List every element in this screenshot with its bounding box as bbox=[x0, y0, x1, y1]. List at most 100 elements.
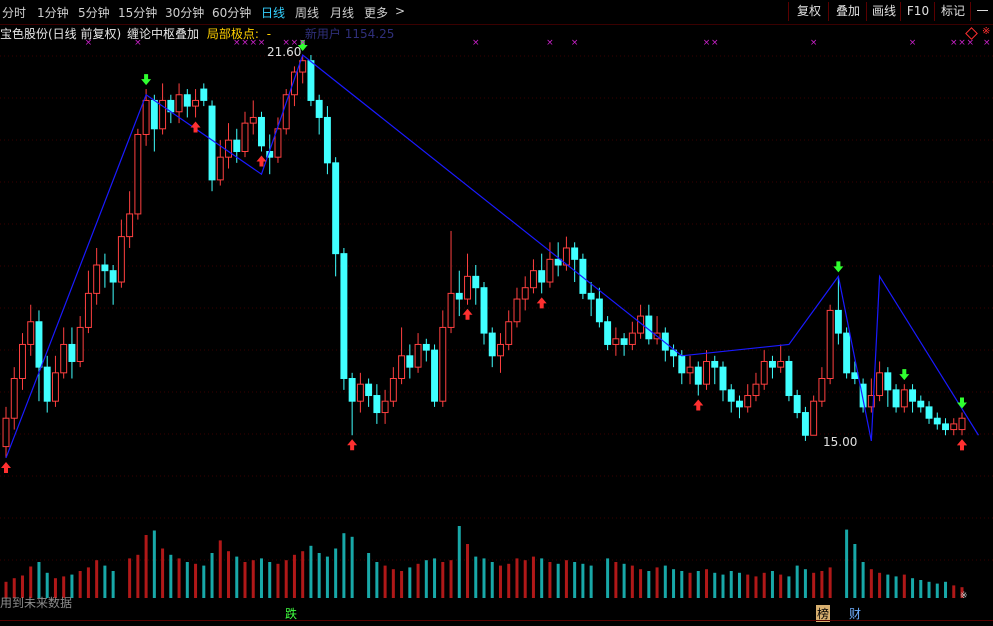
volume-bar bbox=[688, 572, 692, 598]
candle-down bbox=[768, 360, 776, 368]
volume-bar bbox=[218, 540, 222, 598]
extreme-value: - bbox=[266, 27, 272, 41]
candle-up bbox=[225, 139, 232, 158]
candle-up bbox=[398, 355, 406, 379]
candle-down bbox=[538, 270, 546, 283]
volume-bar bbox=[737, 572, 741, 598]
volume-bar bbox=[795, 565, 799, 598]
chart-side-marker: ※ bbox=[982, 26, 991, 37]
period-tab-30min[interactable]: 30分钟 bbox=[165, 4, 204, 21]
extreme-label: 局部极点: bbox=[206, 27, 259, 41]
volume-bar bbox=[606, 558, 610, 598]
volume-bar bbox=[935, 583, 939, 598]
f10-button[interactable]: F10 bbox=[900, 2, 935, 21]
volume-bar bbox=[944, 581, 948, 598]
period-tab-more[interactable]: 更多 bbox=[364, 4, 388, 21]
signal-cross-icon: × bbox=[546, 38, 554, 48]
volume-bar bbox=[457, 526, 461, 598]
faded-status-text: 新用户 1154.25 bbox=[304, 27, 395, 41]
period-tab-5min[interactable]: 5分钟 bbox=[78, 4, 110, 21]
candle-up bbox=[241, 122, 249, 152]
candle-up bbox=[381, 400, 389, 414]
volume-bar bbox=[227, 551, 231, 598]
volume-bar bbox=[556, 563, 560, 598]
volume-bar bbox=[210, 553, 214, 598]
candle-up bbox=[84, 292, 92, 328]
volume-bar bbox=[78, 571, 82, 598]
candle-down bbox=[422, 343, 430, 351]
volume-bar bbox=[391, 569, 395, 598]
chevron-right-icon[interactable]: > bbox=[395, 4, 405, 18]
volume-bar bbox=[474, 556, 478, 598]
period-tab-60min[interactable]: 60分钟 bbox=[212, 4, 251, 21]
up-arrow-icon bbox=[462, 308, 473, 320]
volume-bar bbox=[128, 558, 132, 598]
candle-up bbox=[810, 400, 818, 436]
volume-bar bbox=[284, 560, 288, 598]
candle-up bbox=[826, 309, 834, 379]
volume-bar bbox=[564, 560, 568, 598]
candle-down bbox=[884, 372, 892, 391]
adjust-button[interactable]: 复权 bbox=[788, 2, 829, 21]
volume-bar bbox=[696, 571, 700, 598]
mark-button[interactable]: 标记 bbox=[934, 2, 971, 21]
candle-down bbox=[233, 139, 241, 152]
up-arrow-icon bbox=[693, 399, 704, 411]
candle-down bbox=[323, 116, 331, 164]
volume-bar bbox=[952, 585, 956, 598]
candle-up bbox=[505, 321, 513, 345]
period-tab-monthly[interactable]: 月线 bbox=[330, 4, 354, 21]
volume-bar bbox=[202, 565, 206, 598]
candle-down bbox=[554, 258, 562, 266]
signal-cross-icon: × bbox=[810, 38, 818, 48]
volume-bar bbox=[383, 565, 387, 598]
candle-down bbox=[480, 287, 488, 334]
candle-up bbox=[389, 378, 397, 402]
volume-bar bbox=[540, 558, 544, 598]
candle-up bbox=[958, 417, 966, 431]
candle-down bbox=[843, 332, 851, 374]
candle-up bbox=[175, 94, 183, 113]
candle-down bbox=[620, 338, 628, 345]
overlay-button[interactable]: 叠加 bbox=[828, 2, 867, 21]
volume-bar bbox=[812, 572, 816, 598]
signal-cross-icon: × bbox=[703, 38, 711, 48]
candle-down bbox=[719, 366, 727, 391]
candle-down bbox=[258, 116, 265, 147]
volume-bar bbox=[614, 562, 618, 598]
volume-bar bbox=[86, 567, 90, 598]
candle-up bbox=[703, 360, 710, 385]
period-tab-weekly[interactable]: 周线 bbox=[295, 4, 319, 21]
volume-bar bbox=[301, 551, 305, 598]
volume-bar bbox=[902, 574, 906, 598]
candle-down bbox=[917, 400, 925, 408]
candle-down bbox=[678, 355, 686, 374]
bottom-separator bbox=[0, 620, 993, 621]
period-tab-1min[interactable]: 1分钟 bbox=[37, 4, 69, 21]
indicator-name[interactable]: 缠论中枢叠加 bbox=[127, 27, 199, 41]
candle-up bbox=[752, 383, 760, 397]
candle-down bbox=[431, 349, 439, 402]
volume-bar bbox=[770, 571, 774, 598]
signal-cross-icon: × bbox=[909, 38, 917, 48]
volume-bar bbox=[136, 554, 140, 598]
kline-chart[interactable]: ××××××××××××××××××××× bbox=[0, 0, 993, 626]
period-tab-daily[interactable]: 日线 bbox=[261, 4, 285, 21]
volume-bar bbox=[663, 565, 667, 598]
volume-bar bbox=[507, 563, 511, 598]
candle-up bbox=[950, 423, 958, 431]
candle-down bbox=[571, 247, 579, 260]
up-arrow-icon bbox=[536, 297, 547, 309]
candle-down bbox=[348, 378, 356, 402]
volume-bar bbox=[869, 569, 873, 598]
candle-up bbox=[356, 383, 364, 402]
period-tab-timeshare[interactable]: 分时 bbox=[2, 4, 26, 21]
volume-bar bbox=[589, 565, 593, 598]
candle-down bbox=[332, 162, 340, 255]
volume-bar bbox=[573, 562, 577, 598]
custom-button[interactable]: 一自 bbox=[970, 2, 993, 21]
candle-up bbox=[51, 372, 59, 402]
candle-up bbox=[464, 275, 471, 300]
draw-line-button[interactable]: 画线 bbox=[866, 2, 901, 21]
period-tab-15min[interactable]: 15分钟 bbox=[118, 4, 157, 21]
